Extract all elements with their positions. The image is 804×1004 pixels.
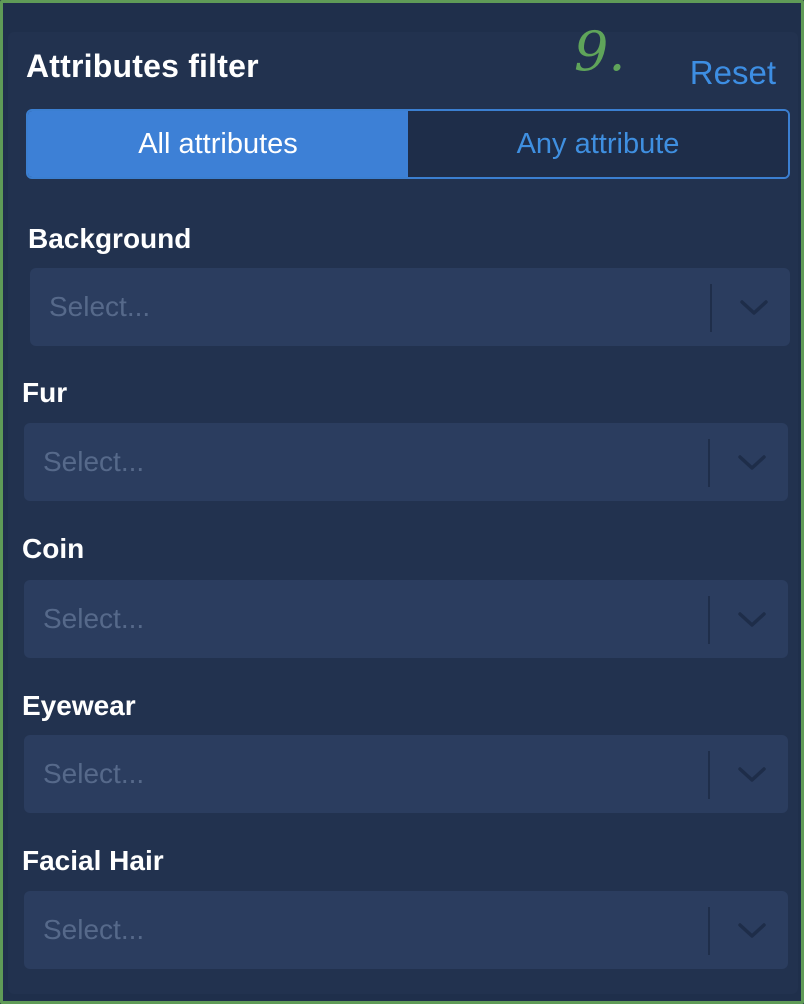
facial-hair-select-placeholder: Select... (43, 914, 145, 945)
indicator-separator (708, 596, 710, 644)
eyewear-select[interactable]: Select... (24, 735, 788, 813)
indicator-separator (708, 907, 710, 955)
background-label: Background (28, 223, 192, 254)
facial-hair-label: Facial Hair (22, 845, 164, 876)
facial-hair-select[interactable]: Select... (24, 891, 788, 969)
eyewear-select-placeholder: Select... (43, 758, 145, 789)
chevron-down-icon[interactable] (738, 293, 770, 321)
annotation-marker: 9. (574, 20, 626, 83)
eyewear-label: Eyewear (22, 690, 136, 721)
indicator-separator (708, 751, 710, 799)
coin-label: Coin (22, 533, 85, 564)
reset-button[interactable]: Reset (690, 54, 776, 92)
fur-select-placeholder: Select... (43, 446, 145, 477)
coin-select[interactable]: Select... (24, 580, 788, 658)
chevron-down-icon[interactable] (736, 760, 768, 788)
fur-select[interactable]: Select... (24, 423, 788, 501)
match-mode-toggle: All attributes Any attribute (26, 109, 790, 179)
chevron-down-icon[interactable] (736, 605, 768, 633)
chevron-down-icon[interactable] (736, 448, 768, 476)
panel-title: Attributes filter (26, 48, 259, 84)
indicator-separator (710, 284, 712, 332)
chevron-down-icon[interactable] (736, 916, 768, 944)
any-attribute-option[interactable]: Any attribute (408, 111, 788, 177)
indicator-separator (708, 439, 710, 487)
fur-label: Fur (22, 377, 68, 408)
all-attributes-option[interactable]: All attributes (28, 111, 408, 177)
coin-select-placeholder: Select... (43, 603, 145, 634)
background-select-placeholder: Select... (49, 291, 151, 322)
background-select[interactable]: Select... (30, 268, 790, 346)
